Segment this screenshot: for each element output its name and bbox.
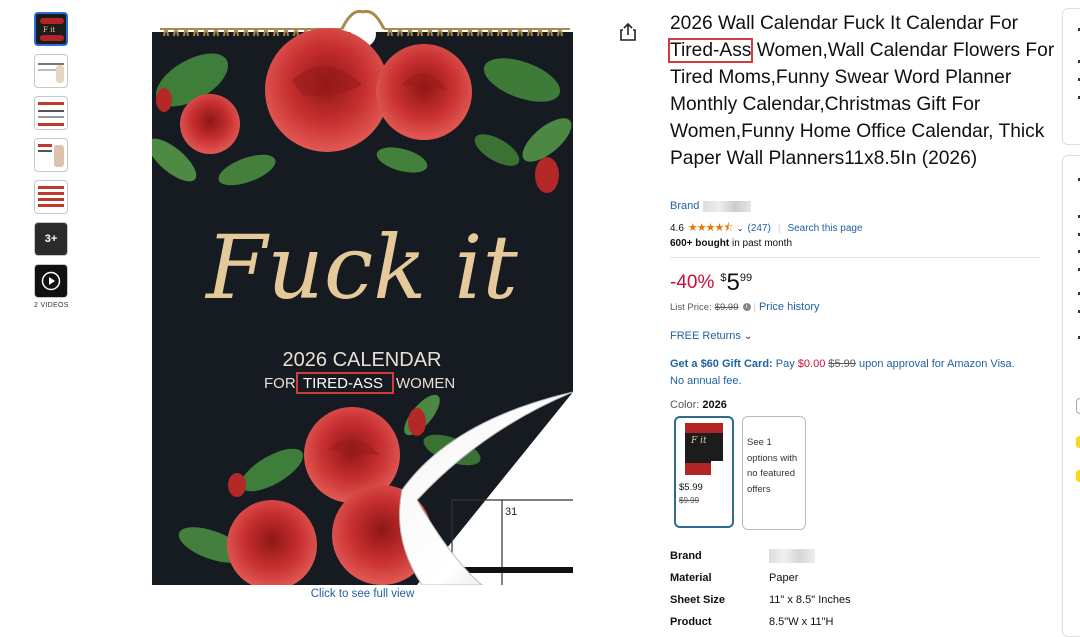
info-icon[interactable]: i xyxy=(742,303,751,311)
chevron-down-icon: ⌄ xyxy=(743,331,753,342)
cover-tired-ass: TIRED-ASS xyxy=(303,375,383,392)
separator: | xyxy=(777,223,781,234)
spec-table: Brand Material Paper Sheet Size 11" x 8.… xyxy=(670,545,851,633)
buy-box-cropped xyxy=(1062,155,1080,637)
brand-label: Brand xyxy=(670,200,700,212)
free-returns-label: FREE Returns xyxy=(670,330,741,342)
separator: | xyxy=(753,301,756,313)
gift-card-bold: Get a $60 Gift Card: xyxy=(670,358,773,370)
price-fraction: 99 xyxy=(739,272,753,284)
gift-card-pay: Pay xyxy=(772,358,798,370)
other-options-swatch[interactable]: See 1 options with no featured offers xyxy=(742,416,806,530)
spec-row: Product 8.5"W x 11"H xyxy=(670,611,851,633)
price-row: -40% $ 5 99 xyxy=(670,270,752,296)
bought-count: 600+ bought in past month xyxy=(670,238,792,249)
spec-row: Sheet Size 11" x 8.5" Inches xyxy=(670,589,851,611)
price-whole: 5 xyxy=(726,269,740,296)
rating-row: 4.6 ★★★★⯪ ⌄ (247) | Search this page xyxy=(670,219,863,238)
list-price-value: $9.99 xyxy=(714,301,739,313)
chevron-down-icon[interactable]: ⌄ xyxy=(737,224,744,233)
see-full-view-link[interactable]: Click to see full view xyxy=(152,588,573,600)
brand-link[interactable]: Brand xyxy=(670,200,752,212)
color-swatch-2026[interactable]: F it $5.99 $9.99 xyxy=(674,416,734,528)
spec-key: Material xyxy=(670,572,712,584)
list-price-row: List Price: $9.99 i | Price history xyxy=(670,301,820,313)
cropped-quantity-select[interactable] xyxy=(1076,398,1080,414)
cover-for: FOR xyxy=(264,375,296,392)
main-product-image[interactable]: Fuck it 2026 CALENDAR FOR TIRED-ASS WOME… xyxy=(152,0,573,585)
thumbnail-more[interactable]: 3+ xyxy=(34,222,68,256)
spec-row: Material Paper xyxy=(670,567,851,589)
thumbnail-2[interactable] xyxy=(34,54,68,88)
product-title: 2026 Wall Calendar Fuck It Calendar For … xyxy=(667,10,1055,172)
play-icon xyxy=(41,271,61,291)
thumbnail-4[interactable] xyxy=(34,138,68,172)
bought-rest: in past month xyxy=(729,238,792,249)
thumbnail-cover[interactable]: F it xyxy=(34,12,68,46)
share-icon[interactable] xyxy=(619,22,637,42)
spec-key: Brand xyxy=(670,550,702,562)
thumbnail-video[interactable] xyxy=(34,264,68,298)
review-count-link[interactable]: (247) xyxy=(747,223,770,234)
spec-key: Product xyxy=(670,616,712,628)
cover-script-title: Fuck it xyxy=(204,216,518,319)
color-label: Color: 2026 xyxy=(670,399,727,411)
list-price-label: List Price: xyxy=(670,301,712,313)
thumbnail-strip: F it 3+ 2 VIDEOS xyxy=(34,12,74,309)
cover-women: WOMEN xyxy=(396,375,455,392)
gift-card-old-price: $5.99 xyxy=(828,358,856,370)
spec-value: Paper xyxy=(769,572,799,584)
spec-key: Sheet Size xyxy=(670,594,726,606)
spec-value-blurred xyxy=(769,549,815,563)
calendar-day-31: 31 xyxy=(505,506,517,518)
current-price: $ 5 99 xyxy=(720,270,752,296)
spec-value: 8.5"W x 11"H xyxy=(769,616,834,628)
brand-name-blurred xyxy=(703,200,752,212)
more-count: 3+ xyxy=(44,233,58,245)
spec-value: 11" x 8.5" Inches xyxy=(769,594,851,606)
search-this-page-link[interactable]: Search this page xyxy=(787,223,862,234)
bought-bold: 600+ bought xyxy=(670,238,730,249)
thumbnail-3[interactable] xyxy=(34,96,68,130)
rating-value: 4.6 xyxy=(670,223,684,234)
cropped-buy-now-button[interactable] xyxy=(1076,470,1080,482)
discount-percent: -40% xyxy=(670,272,715,293)
spec-row: Brand xyxy=(670,545,851,567)
swatch-thumbnail: F it xyxy=(685,423,723,475)
color-label-text: Color: xyxy=(670,399,700,411)
thumbnail-5[interactable] xyxy=(34,180,68,214)
swatch-list-price: $9.99 xyxy=(679,496,700,505)
cover-year-line: 2026 CALENDAR xyxy=(283,349,442,371)
cropped-add-to-cart-button[interactable] xyxy=(1076,436,1080,448)
divider xyxy=(670,257,1040,258)
free-returns-link[interactable]: FREE Returns ⌄ xyxy=(670,330,752,342)
title-highlight: Tired-Ass xyxy=(667,38,754,63)
color-value: 2026 xyxy=(702,399,727,411)
swatch-price: $5.99 xyxy=(679,482,703,493)
title-part-1: 2026 Wall Calendar Fuck It Calendar For xyxy=(670,13,1019,34)
gift-card-pay-amount: $0.00 xyxy=(797,358,826,370)
star-rating-icon[interactable]: ★★★★⯪ xyxy=(688,219,734,238)
price-history-link[interactable]: Price history xyxy=(759,301,820,313)
videos-count-label: 2 VIDEOS xyxy=(34,302,69,309)
gift-card-offer[interactable]: Get a $60 Gift Card: Pay $0.00 $5.99 upo… xyxy=(670,356,1030,389)
